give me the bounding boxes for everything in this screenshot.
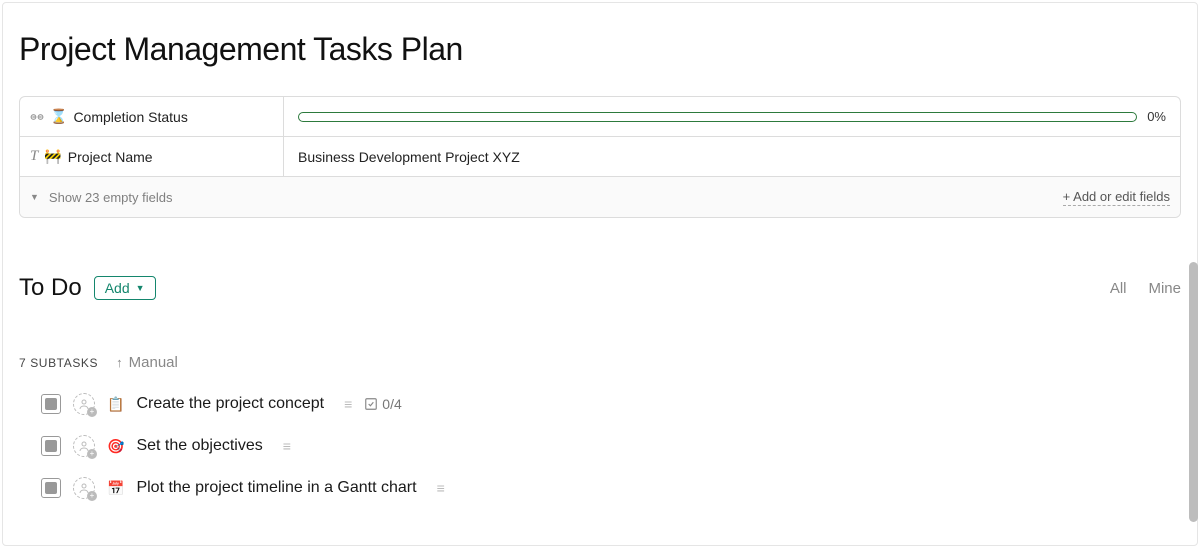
task-title[interactable]: Create the project concept [136, 395, 324, 413]
progress-bar [298, 112, 1137, 122]
hourglass-icon: ⌛ [50, 108, 67, 125]
subtask-counter[interactable]: 0/4 [364, 396, 401, 412]
plus-icon: + [87, 491, 97, 501]
clipboard-icon: 📋 [107, 396, 124, 413]
task-title[interactable]: Plot the project timeline in a Gantt cha… [136, 479, 416, 497]
progress-percent: 0% [1147, 109, 1166, 124]
subtask-counter-label: 0/4 [382, 396, 401, 412]
show-empty-label: Show 23 empty fields [49, 190, 173, 205]
show-empty-fields-button[interactable]: ▼ Show 23 empty fields [30, 190, 173, 205]
add-button-label: Add [105, 280, 130, 296]
section-title-todo: To Do [19, 274, 82, 302]
property-value-completion[interactable]: 0% [284, 97, 1180, 136]
chevron-down-icon: ▼ [30, 192, 39, 202]
add-task-button[interactable]: Add ▼ [94, 276, 156, 300]
assignee-avatar[interactable]: + [73, 435, 95, 457]
assignee-avatar[interactable]: + [73, 393, 95, 415]
properties-table: ⌛ Completion Status 0% T 🚧 Project Name … [19, 96, 1181, 218]
task-list: + 📋 Create the project concept ≡ 0/4 + 🎯… [19, 393, 1181, 499]
filter-tab-all[interactable]: All [1110, 280, 1127, 297]
task-title[interactable]: Set the objectives [136, 437, 262, 455]
plus-icon: + [87, 449, 97, 459]
property-label: Completion Status [73, 109, 187, 125]
construction-icon: 🚧 [44, 148, 61, 165]
task-row: + 📋 Create the project concept ≡ 0/4 [41, 393, 1181, 415]
sort-mode-label: Manual [129, 354, 178, 371]
drag-handle-icon[interactable]: ≡ [283, 438, 289, 454]
task-checkbox[interactable] [41, 394, 61, 414]
target-icon: 🎯 [107, 438, 124, 455]
property-row-completion: ⌛ Completion Status 0% [20, 97, 1180, 137]
drag-handle-icon[interactable]: ≡ [344, 396, 350, 412]
arrow-up-icon: ↑ [116, 355, 123, 370]
task-row: + 🎯 Set the objectives ≡ [41, 435, 1181, 457]
task-row: + 📅 Plot the project timeline in a Gantt… [41, 477, 1181, 499]
text-type-icon: T [30, 148, 38, 165]
property-label: Project Name [68, 149, 153, 165]
task-filter-tabs: All Mine [1110, 280, 1181, 297]
subtasks-count: 7 SUBTASKS [19, 356, 98, 370]
scrollbar[interactable] [1189, 262, 1198, 522]
property-key-completion[interactable]: ⌛ Completion Status [20, 97, 284, 136]
drag-handle-icon[interactable]: ≡ [437, 480, 443, 496]
property-value-project-name[interactable]: Business Development Project XYZ [284, 137, 1180, 176]
calendar-icon: 📅 [107, 480, 124, 497]
task-checkbox[interactable] [41, 436, 61, 456]
sort-mode-button[interactable]: ↑ Manual [116, 354, 178, 371]
project-name-text: Business Development Project XYZ [298, 149, 520, 165]
property-row-project-name: T 🚧 Project Name Business Development Pr… [20, 137, 1180, 177]
plus-icon: + [87, 407, 97, 417]
properties-footer: ▼ Show 23 empty fields + Add or edit fie… [20, 177, 1180, 217]
link-icon [30, 112, 44, 122]
task-checkbox[interactable] [41, 478, 61, 498]
page-title: Project Management Tasks Plan [19, 31, 1181, 68]
assignee-avatar[interactable]: + [73, 477, 95, 499]
chevron-down-icon: ▼ [136, 283, 145, 293]
add-edit-fields-button[interactable]: + Add or edit fields [1063, 189, 1170, 206]
filter-tab-mine[interactable]: Mine [1148, 280, 1181, 297]
property-key-project-name[interactable]: T 🚧 Project Name [20, 137, 284, 176]
